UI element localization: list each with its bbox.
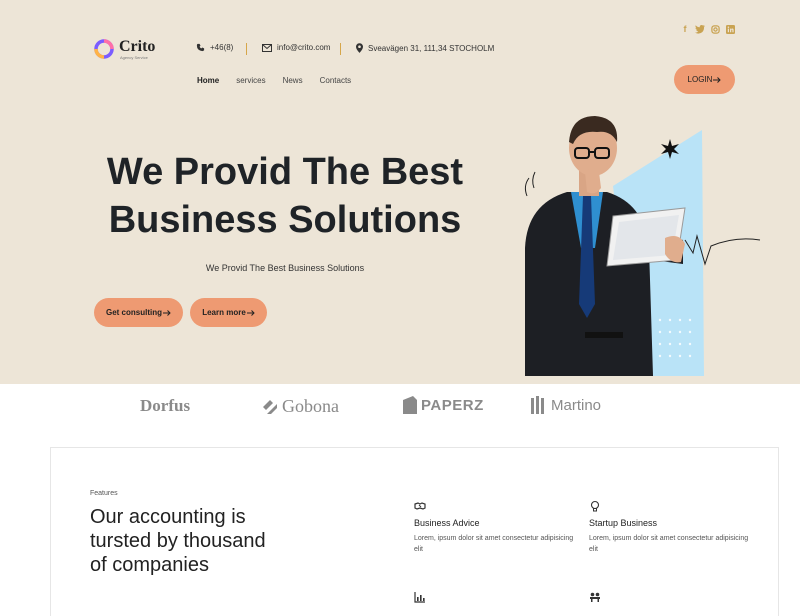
hero-section: Crito Agency Service +46(8) info@crito.c… [0, 0, 800, 384]
team-icon [590, 592, 600, 602]
headline-line: We Provid The Best [106, 151, 464, 193]
feature-text: Lorem, ipsum dolor sit amet consectetur … [589, 535, 749, 553]
instagram-icon[interactable] [710, 24, 720, 34]
button-label: Get consulting [106, 308, 162, 317]
brand-name: Gobona [282, 396, 339, 416]
brand-logo-dorfus: Dorfus [140, 396, 190, 416]
headline-line: Business Solutions [108, 199, 462, 241]
feature-title: Business Advice [414, 518, 480, 528]
feature-text: Lorem, ipsum dolor sit amet consectetur … [414, 535, 574, 553]
brand-name: Crito [119, 37, 156, 55]
nav-item-services[interactable]: services [236, 76, 265, 85]
nav-item-news[interactable]: News [283, 76, 303, 85]
email-text: info@crito.com [277, 43, 331, 52]
businessman-illustration [524, 116, 761, 376]
arrow-right-icon [246, 309, 255, 316]
get-consulting-button[interactable]: Get consulting [94, 298, 183, 327]
twitter-icon[interactable] [695, 24, 705, 34]
login-label: LOGIN [687, 75, 713, 84]
brand-logo-paperz: PAPERZ [403, 396, 484, 414]
nav-item-home[interactable]: Home [197, 76, 219, 85]
features-title: Our accounting is tursted by thousand of… [90, 506, 266, 576]
feature-business-advice: Business Advice Lorem, ipsum dolor sit a… [414, 500, 574, 555]
handshake-icon [414, 502, 426, 510]
address-text: Sveavägen 31, 111,34 STOCHOLM [368, 43, 495, 53]
arrow-right-icon [163, 309, 171, 316]
hero-headline: We Provid The Best Business Solutions [85, 148, 485, 244]
chart-icon [414, 592, 425, 603]
linkedin-icon[interactable] [725, 24, 735, 34]
contact-phone[interactable]: +46(8) [196, 43, 233, 52]
brand-name: Dorfus [140, 396, 191, 415]
button-label: Learn more [202, 308, 246, 317]
location-pin-icon [356, 43, 363, 53]
contact-email[interactable]: info@crito.com [262, 43, 330, 52]
main-nav: Home services News Contacts [197, 76, 351, 85]
nav-item-contacts[interactable]: Contacts [320, 76, 352, 85]
feature-startup-business: Startup Business Lorem, ipsum dolor sit … [589, 500, 749, 555]
hero-subtitle: We Provid The Best Business Solutions [205, 263, 365, 273]
brand-name: PAPERZ [421, 396, 484, 414]
phone-icon [196, 43, 205, 52]
mail-icon [262, 43, 272, 52]
brand-name: Martino [551, 396, 602, 414]
contact-address: Sveavägen 31, 111,34 STOCHOLM [356, 43, 494, 53]
logo-icon [94, 39, 114, 59]
lightbulb-icon [590, 500, 600, 512]
arrow-right-icon [713, 76, 722, 83]
feature-title: Startup Business [589, 518, 658, 528]
features-label: Features [90, 490, 118, 497]
gobona-mark-icon [263, 399, 277, 414]
facebook-icon[interactable]: f [680, 24, 690, 34]
brand-logo-gobona: Gobona [261, 396, 339, 417]
contact-divider [340, 43, 341, 55]
partner-brands-strip [0, 384, 800, 446]
phone-text: +46(8) [210, 43, 234, 52]
contact-divider [246, 43, 247, 55]
brand-logo-martino: Martino [531, 396, 601, 414]
martino-mark-icon [531, 396, 544, 414]
social-links: f [680, 24, 735, 34]
paperz-mark-icon [403, 396, 417, 414]
brand-tagline: Agency Service [120, 54, 148, 60]
learn-more-button[interactable]: Learn more [190, 298, 267, 327]
brand-logo[interactable]: Crito Agency Service [93, 38, 155, 60]
login-button[interactable]: LOGIN [674, 65, 735, 94]
